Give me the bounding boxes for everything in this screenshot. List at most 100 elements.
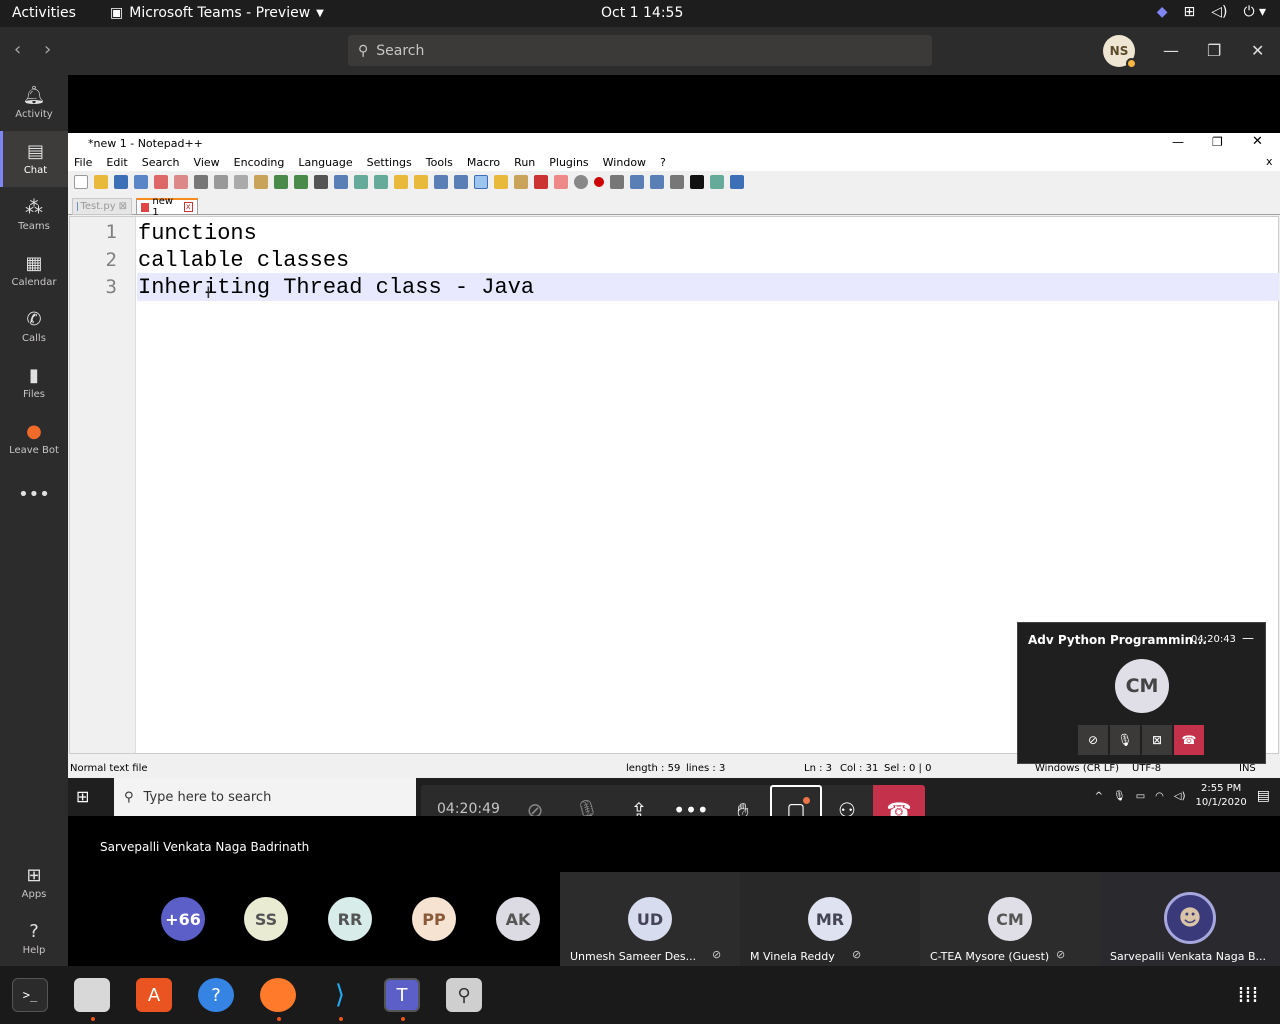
participant-tile[interactable]: CM C-TEA Mysore (Guest) ⊘: [920, 872, 1100, 966]
function-list-icon[interactable]: [514, 175, 528, 189]
speaker-icon[interactable]: ◁): [1174, 791, 1186, 802]
npp-close-icon[interactable]: ✕: [1252, 134, 1263, 149]
power-icon[interactable]: ⏻ ▾: [1243, 4, 1266, 20]
status-eol[interactable]: Windows (CR LF): [1035, 763, 1119, 774]
overflow-participants[interactable]: +66: [161, 897, 205, 941]
files-icon[interactable]: [74, 978, 110, 1012]
code-line[interactable]: callable classes: [138, 248, 349, 273]
save-icon[interactable]: [114, 175, 128, 189]
stop-macro-icon[interactable]: [610, 175, 624, 189]
folder-workspace-icon[interactable]: [534, 175, 548, 189]
windows-search-box[interactable]: ⚲ Type here to search: [114, 778, 416, 816]
code-line[interactable]: Inheriting Thread class - Java: [138, 275, 534, 300]
participant-avatar[interactable]: PP: [412, 897, 456, 941]
close-file-icon[interactable]: [154, 175, 168, 189]
paste-icon[interactable]: [254, 175, 268, 189]
menu-edit[interactable]: Edit: [106, 156, 127, 169]
save-all-icon[interactable]: [134, 175, 148, 189]
monitoring-icon[interactable]: [554, 175, 568, 189]
teams-icon[interactable]: T: [384, 978, 420, 1012]
redo-icon[interactable]: [294, 175, 308, 189]
word-wrap-icon[interactable]: [434, 175, 448, 189]
rail-item-chat[interactable]: ▤ Chat: [0, 131, 68, 187]
rail-item-calls[interactable]: ✆ Calls: [0, 299, 68, 355]
firefox-icon[interactable]: [260, 978, 296, 1012]
npp-restore-icon[interactable]: ❐: [1212, 135, 1223, 149]
print-icon[interactable]: [194, 175, 208, 189]
npp-minimize-icon[interactable]: —: [1172, 135, 1184, 149]
menu-help[interactable]: ?: [660, 156, 666, 169]
menu-run[interactable]: Run: [514, 156, 535, 169]
menu-view[interactable]: View: [194, 156, 220, 169]
participant-tile[interactable]: MR M Vinela Reddy ⊘: [740, 872, 920, 966]
xml-tools-icon[interactable]: [730, 175, 744, 189]
copy-icon[interactable]: [234, 175, 248, 189]
replace-icon[interactable]: [334, 175, 348, 189]
menu-plugins[interactable]: Plugins: [549, 156, 588, 169]
show-all-chars-icon[interactable]: [454, 175, 468, 189]
close-icon[interactable]: ✕: [1251, 41, 1264, 60]
menu-macro[interactable]: Macro: [467, 156, 500, 169]
participant-tile[interactable]: ☻ Sarvepalli Venkata Naga B...: [1100, 872, 1280, 966]
search-input[interactable]: ⚲ Search: [348, 35, 932, 66]
sync-h-icon[interactable]: [414, 175, 428, 189]
indent-guide-icon[interactable]: [474, 175, 488, 189]
mini-mic-button[interactable]: 🎙︎: [1110, 725, 1140, 755]
rail-item-leave-bot[interactable]: ● Leave Bot: [0, 411, 68, 467]
sync-v-icon[interactable]: [394, 175, 408, 189]
menu-tools[interactable]: Tools: [426, 156, 453, 169]
participant-avatar[interactable]: SS: [244, 897, 288, 941]
compare-icon[interactable]: [710, 175, 724, 189]
maximize-icon[interactable]: ❐: [1207, 41, 1221, 60]
notification-icon[interactable]: ▤: [1257, 788, 1270, 804]
code-line[interactable]: functions: [138, 221, 257, 246]
zoom-out-icon[interactable]: [374, 175, 388, 189]
mini-hang-up-button[interactable]: ☎︎: [1174, 725, 1204, 755]
wifi-icon[interactable]: ◠: [1155, 791, 1164, 802]
mini-call-window[interactable]: Adv Python Programmin... 04:20:43 — CM ⊘…: [1017, 622, 1266, 764]
zoom-in-icon[interactable]: [354, 175, 368, 189]
forward-arrow-icon[interactable]: ›: [44, 39, 51, 60]
record-macro-icon[interactable]: [594, 177, 604, 187]
play-macro-icon[interactable]: [630, 175, 644, 189]
menu-language[interactable]: Language: [298, 156, 352, 169]
menu-file[interactable]: File: [74, 156, 92, 169]
status-encoding[interactable]: UTF-8: [1132, 763, 1161, 774]
help-icon[interactable]: ?: [198, 978, 234, 1012]
show-apps-icon[interactable]: ⁞⁞⁞: [1230, 978, 1266, 1012]
teams-tray-icon[interactable]: ◆: [1157, 4, 1168, 20]
screenshot-icon[interactable]: ⚲: [446, 978, 482, 1012]
profile-avatar[interactable]: NS: [1103, 35, 1137, 69]
undo-icon[interactable]: [274, 175, 288, 189]
system-tray[interactable]: ◆ ⊞ ◁) ⏻ ▾: [1157, 4, 1266, 20]
rail-item-activity[interactable]: 🔔︎ Activity: [0, 75, 68, 131]
rail-item-calendar[interactable]: ▦ Calendar: [0, 243, 68, 299]
menu-encoding[interactable]: Encoding: [234, 156, 285, 169]
participant-avatar[interactable]: AK: [496, 897, 540, 941]
tab-new-1[interactable]: new 1 x: [136, 196, 198, 218]
software-center-icon[interactable]: A: [136, 978, 172, 1012]
new-file-icon[interactable]: [74, 175, 88, 189]
focus-icon[interactable]: [574, 175, 588, 189]
rail-item-files[interactable]: ▮ Files: [0, 355, 68, 411]
microphone-icon[interactable]: 🎙︎: [1113, 791, 1126, 802]
run-macro-multiple-icon[interactable]: [650, 175, 664, 189]
doc-map-icon[interactable]: [494, 175, 508, 189]
tab-close-icon[interactable]: x: [183, 202, 193, 212]
minimize-icon[interactable]: —: [1242, 631, 1254, 645]
menu-settings[interactable]: Settings: [367, 156, 412, 169]
rail-item-apps[interactable]: ⊞ Apps: [0, 855, 68, 911]
close-all-icon[interactable]: [174, 175, 188, 189]
tab-close-icon[interactable]: ⊠: [119, 201, 127, 212]
open-file-icon[interactable]: [94, 175, 108, 189]
participant-avatar[interactable]: RR: [328, 897, 372, 941]
find-icon[interactable]: [314, 175, 328, 189]
back-arrow-icon[interactable]: ‹: [14, 39, 21, 60]
volume-icon[interactable]: ◁): [1211, 4, 1227, 20]
jsonviewer-icon[interactable]: [690, 175, 704, 189]
network-icon[interactable]: ⊞: [1183, 4, 1195, 20]
windows-start-icon[interactable]: ⊞: [76, 787, 89, 806]
mini-share-button[interactable]: ⊠: [1142, 725, 1172, 755]
tab-test-py[interactable]: Test.py ⊠: [72, 198, 132, 215]
menu-search[interactable]: Search: [142, 156, 180, 169]
